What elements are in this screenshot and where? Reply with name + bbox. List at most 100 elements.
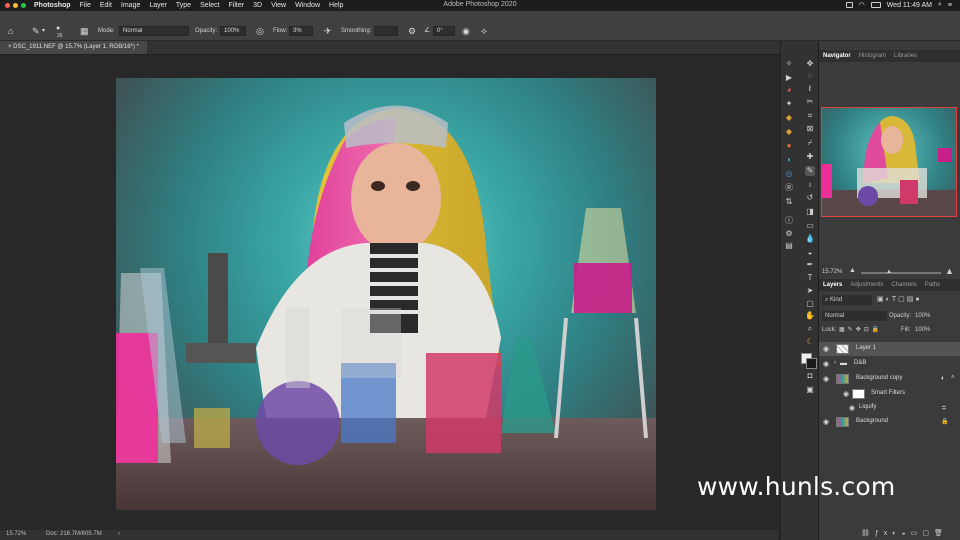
frame-tool-icon[interactable]: ⊠	[805, 124, 815, 134]
canvas-image[interactable]	[116, 78, 656, 510]
minimize-window-button[interactable]	[13, 3, 18, 8]
eye-icon[interactable]: ◉	[823, 345, 829, 353]
search-icon[interactable]: ⌕	[938, 1, 942, 9]
doc-size-info[interactable]: Doc: 216.7M/605.7M	[46, 531, 102, 537]
quick-mask-icon[interactable]: ◘	[805, 371, 815, 381]
angle-icon[interactable]: ∠	[424, 26, 430, 36]
menu-type[interactable]: Type	[176, 2, 191, 9]
screen-mode-icon[interactable]: ▣	[805, 385, 815, 395]
eye-icon[interactable]: ◉	[823, 360, 829, 368]
content-aware-icon[interactable]: ✧	[784, 59, 794, 69]
flow-field[interactable]: 3%	[289, 26, 313, 36]
zoom-out-icon[interactable]: ▲	[849, 267, 856, 274]
navigator-zoom-value[interactable]: 15.72%	[822, 269, 842, 275]
mode-select[interactable]: Normal	[119, 26, 189, 36]
move-tool-icon[interactable]: ✥	[805, 59, 815, 69]
adjust-icon[interactable]: ⚙	[784, 229, 794, 239]
swatch-panel-icon[interactable]: ▤	[784, 241, 794, 251]
background-color-swatch[interactable]	[806, 358, 817, 369]
quick-select-icon[interactable]: ✂	[805, 97, 815, 107]
history-brush-icon[interactable]: ↺	[805, 193, 815, 203]
plugin-icon-2[interactable]: ◆	[784, 127, 794, 137]
chevron-up-icon[interactable]: ˄	[951, 375, 955, 381]
zoom-tool-icon[interactable]: ⌕	[805, 324, 815, 334]
layer-panel-actions[interactable]: ⛓ƒx◐◒▭▢🗑	[861, 529, 948, 537]
eye-icon[interactable]: ◉	[843, 390, 849, 398]
zoom-in-icon[interactable]: ▲	[945, 266, 954, 276]
brush-tool-icon[interactable]: ✎	[32, 26, 40, 36]
menu-clock[interactable]: Wed 11:49 AM	[887, 2, 932, 9]
gear-icon[interactable]: ⚙	[408, 26, 416, 36]
layer-row-background-copy[interactable]: ◉ Background copy ◐ ˄	[819, 372, 960, 386]
dodge-tool-icon[interactable]: ◒	[805, 248, 815, 258]
menu-view[interactable]: View	[271, 2, 286, 9]
tab-navigator[interactable]: Navigator	[819, 50, 855, 62]
battery-icon[interactable]	[870, 2, 881, 8]
fill-value[interactable]: 100%	[915, 327, 930, 333]
tab-layers[interactable]: Layers	[819, 279, 846, 291]
control-center-icon[interactable]: ≡	[948, 2, 952, 9]
pressure-size-icon[interactable]: ◉	[462, 26, 470, 36]
chevron-right-icon[interactable]: ›	[834, 360, 836, 366]
marquee-tool-icon[interactable]: ◌	[805, 71, 815, 81]
document-tab[interactable]: × DSC_1911.NEF @ 15.7% (Layer 1, RGB/16*…	[0, 41, 147, 54]
menu-3d[interactable]: 3D	[253, 2, 262, 9]
lock-icons[interactable]: ▦✎✥⊡🔒	[839, 326, 882, 333]
pressure-opacity-icon[interactable]: ◎	[256, 26, 264, 36]
brush-size-value[interactable]: 26	[57, 33, 63, 39]
banana-icon[interactable]: ☾	[805, 337, 815, 347]
pen-tool-icon[interactable]: ✒	[805, 260, 815, 270]
gradient-tool-icon[interactable]: ▭	[805, 221, 815, 231]
opacity-field[interactable]: 100%	[220, 26, 246, 36]
plugin-icon-4[interactable]: ◗	[784, 155, 794, 165]
airbrush-icon[interactable]: ✈	[324, 26, 332, 36]
menu-window[interactable]: Window	[295, 2, 320, 9]
chevron-down-icon[interactable]: ▾	[42, 26, 45, 36]
layer-row-background[interactable]: ◉ Background 🔒	[819, 415, 960, 429]
menu-layer[interactable]: Layer	[149, 2, 167, 9]
eye-icon[interactable]: ◉	[823, 418, 829, 426]
close-window-button[interactable]	[5, 3, 10, 8]
shape-tool-icon[interactable]: ▢	[805, 299, 815, 309]
healing-brush-icon[interactable]: ✚	[805, 152, 815, 162]
layer-opacity-value[interactable]: 100%	[915, 313, 930, 319]
navigator-preview[interactable]	[821, 107, 957, 217]
menu-help[interactable]: Help	[329, 2, 343, 9]
layer-row-db-group[interactable]: ◉ › ▬ D&B	[819, 357, 960, 371]
tab-adjustments[interactable]: Adjustments	[846, 279, 887, 291]
zoom-slider-handle[interactable]: ▲	[886, 269, 892, 275]
layer-row-liquify[interactable]: ◉ Liquify ≑	[819, 401, 960, 415]
type-tool-icon[interactable]: T	[805, 273, 815, 283]
wand-icon[interactable]: ✦	[784, 99, 794, 109]
blend-mode-select[interactable]: Normal	[822, 311, 887, 321]
symmetry-icon[interactable]: ⟡	[481, 26, 487, 36]
layer-row-layer-1[interactable]: ◉ Layer 1	[819, 342, 960, 356]
path-select-icon[interactable]: ➤	[805, 286, 815, 296]
tab-histogram[interactable]: Histogram	[855, 50, 890, 62]
tab-libraries[interactable]: Libraries	[890, 50, 921, 62]
plugin-icon-5[interactable]: ◎	[784, 169, 794, 179]
smoothing-field[interactable]	[374, 26, 398, 36]
display-icon[interactable]	[845, 2, 853, 8]
menu-image[interactable]: Image	[121, 2, 140, 9]
navigator-zoom-slider[interactable]	[861, 272, 941, 274]
filter-options-icon[interactable]: ≑	[941, 404, 947, 412]
layer-filter-select[interactable]: ⌕ Kind	[822, 295, 872, 305]
angle-field[interactable]: 0°	[433, 26, 455, 36]
layer-row-smart-filters[interactable]: ◉ Smart Filters	[819, 387, 960, 401]
zoom-window-button[interactable]	[21, 3, 26, 8]
zoom-readout[interactable]: 15.72%	[6, 531, 26, 537]
color-wheel-icon[interactable]: ◕	[784, 85, 794, 95]
brush-tool-icon-active[interactable]: ✎	[805, 166, 815, 176]
hand-tool-icon[interactable]: ✋	[805, 311, 815, 321]
info-icon[interactable]: ⓘ	[784, 216, 794, 226]
menu-photoshop[interactable]: Photoshop	[34, 2, 71, 9]
plugin-icon-3[interactable]: ●	[784, 141, 794, 151]
ra-panel-icon[interactable]: Ⓡ	[784, 183, 794, 193]
tab-paths[interactable]: Paths	[921, 279, 944, 291]
brush-settings-icon[interactable]: ▦	[80, 26, 89, 36]
clone-stamp-icon[interactable]: ♁	[805, 180, 815, 190]
eraser-tool-icon[interactable]: ◨	[805, 207, 815, 217]
lasso-tool-icon[interactable]: ℓ	[805, 84, 815, 94]
play-action-icon[interactable]: ▶	[784, 73, 794, 83]
